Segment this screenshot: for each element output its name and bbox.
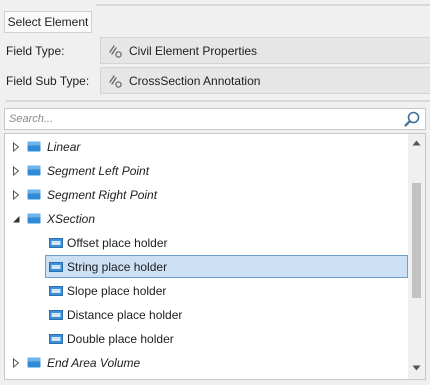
tree-item-label: Distance place holder xyxy=(67,308,183,322)
vertical-scrollbar[interactable] xyxy=(408,134,425,379)
link-gear-icon xyxy=(109,75,122,88)
tree-item-label: Offset place holder xyxy=(67,236,168,250)
tree-item-label: End Area Volume xyxy=(47,356,141,370)
expand-arrow-icon[interactable] xyxy=(11,358,21,368)
field-type-value: Civil Element Properties xyxy=(129,44,258,58)
search-icon[interactable] xyxy=(403,110,421,128)
field-sub-type-label: Field Sub Type: xyxy=(6,74,90,88)
top-divider xyxy=(96,4,430,6)
tree-item-label: Double place holder xyxy=(67,332,174,346)
folder-node-icon xyxy=(27,141,41,152)
text-field-icon xyxy=(49,262,63,272)
folder-node-icon xyxy=(27,213,41,224)
search-input[interactable] xyxy=(9,111,389,127)
text-field-icon xyxy=(49,334,63,344)
tree-item-label: Slope place holder xyxy=(67,284,167,298)
search-box[interactable] xyxy=(4,108,426,130)
scrollbar-thumb[interactable] xyxy=(412,183,421,298)
tree-item-segment-left-point[interactable]: Segment Left Point xyxy=(5,160,409,182)
expand-arrow-icon[interactable] xyxy=(11,166,21,176)
field-type-label: Field Type: xyxy=(6,44,65,58)
text-field-icon xyxy=(49,238,63,248)
field-type-field[interactable]: Civil Element Properties xyxy=(100,37,430,64)
tree-item-linear[interactable]: Linear xyxy=(5,136,409,158)
scroll-up-arrow-icon[interactable] xyxy=(412,140,421,146)
scroll-down-arrow-icon[interactable] xyxy=(412,365,421,371)
link-gear-icon xyxy=(109,45,122,58)
folder-node-icon xyxy=(27,357,41,368)
section-divider xyxy=(6,100,430,102)
tree-item-label: Segment Left Point xyxy=(47,164,150,178)
tree-item-label: String place holder xyxy=(67,260,168,274)
select-element-button[interactable]: Select Element xyxy=(4,11,92,33)
text-field-icon xyxy=(49,286,63,296)
text-field-icon xyxy=(49,310,63,320)
expand-arrow-icon[interactable] xyxy=(11,190,21,200)
tree-item-label: Linear xyxy=(47,140,81,154)
tree-item-label: XSection xyxy=(47,212,96,226)
folder-node-icon xyxy=(27,189,41,200)
expand-arrow-icon[interactable] xyxy=(11,142,21,152)
collapse-arrow-icon[interactable] xyxy=(11,214,21,224)
tree-item-label: Segment Right Point xyxy=(47,188,158,202)
folder-node-icon xyxy=(27,165,41,176)
tree-item-offset-place-holder[interactable]: Offset place holder xyxy=(5,232,409,254)
tree-item-string-place-holder[interactable]: String place holder xyxy=(5,255,409,278)
tree-item-slope-place-holder[interactable]: Slope place holder xyxy=(5,280,409,302)
field-sub-type-field[interactable]: CrossSection Annotation xyxy=(100,67,430,94)
tree-item-end-area-volume[interactable]: End Area Volume xyxy=(5,352,409,374)
tree-item-double-place-holder[interactable]: Double place holder xyxy=(5,328,409,350)
tree-item-xsection[interactable]: XSection xyxy=(5,208,409,230)
element-tree[interactable]: Linear Segment Left Point Segment Right … xyxy=(4,133,426,380)
tree-item-distance-place-holder[interactable]: Distance place holder xyxy=(5,304,409,326)
field-sub-type-value: CrossSection Annotation xyxy=(129,74,261,88)
tree-item-segment-right-point[interactable]: Segment Right Point xyxy=(5,184,409,206)
